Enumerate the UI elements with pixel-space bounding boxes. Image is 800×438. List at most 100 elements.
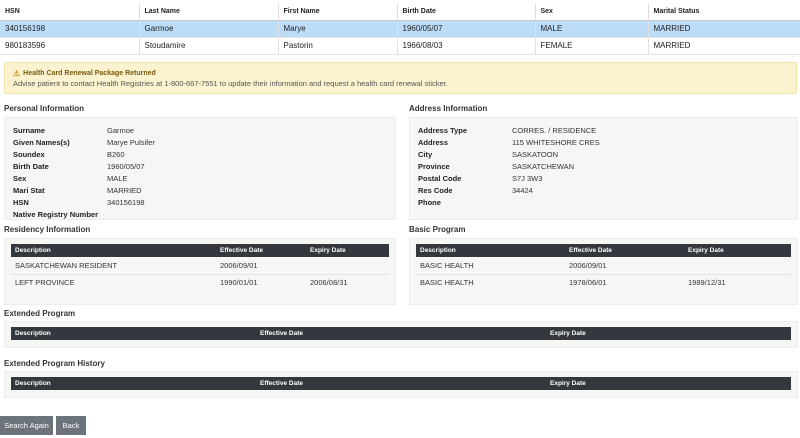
col-effective-date: Effective Date (216, 244, 306, 257)
cell-expiry-date (684, 257, 791, 275)
table-row: SASKATCHEWAN RESIDENT 2006/09/01 (11, 257, 389, 275)
col-expiry-date: Expiry Date (546, 327, 791, 340)
cell-marital-status: MARRIED (648, 37, 800, 56)
cell-first-name: Marye (278, 20, 398, 38)
field-label: Given Names(s) (13, 138, 70, 147)
field-label: Address Type (418, 126, 468, 135)
field-label: Surname (13, 126, 46, 135)
personal-info-panel: Surname Garmoe Given Names(s) Marye Pulsif… (4, 117, 396, 220)
cell-description: SASKATCHEWAN RESIDENT (11, 257, 216, 275)
field-label: Province (418, 162, 450, 171)
alert-title-text: Health Card Renewal Package Returned (23, 69, 156, 77)
cell-birth-date: 1960/05/07 (397, 20, 536, 38)
residency-header-row: Description Effective Date Expiry Date (11, 244, 389, 257)
alert-title: ⚠ Health Card Renewal Package Returned (13, 68, 788, 78)
extended-history-table: Description Effective Date Expiry Date (11, 377, 791, 390)
col-sex[interactable]: Sex (535, 4, 649, 21)
cell-effective-date: 1990/01/01 (220, 278, 258, 288)
field-value: MARRIED (107, 186, 142, 195)
field-value: B260 (107, 150, 125, 159)
cell-description: BASIC HEALTH (416, 257, 565, 275)
cell-description: BASIC HEALTH (420, 278, 474, 288)
renewal-alert: ⚠ Health Card Renewal Package Returned A… (4, 62, 797, 94)
col-expiry-date: Expiry Date (684, 244, 791, 257)
residency-table: Description Effective Date Expiry Date S… (11, 244, 389, 291)
table-row[interactable]: 980183596 Stoudamire Pastorin 1966/08/03… (0, 37, 800, 56)
field-value: MALE (107, 174, 128, 183)
field-label: City (418, 150, 433, 159)
extended-history-header-row: Description Effective Date Expiry Date (11, 377, 791, 390)
cell-first-name: Pastorin (278, 37, 398, 56)
table-row: BASIC HEALTH 2006/09/01 (416, 257, 791, 275)
cell-expiry-date (306, 257, 389, 275)
basic-program-table: Description Effective Date Expiry Date B… (416, 244, 791, 291)
personal-info-title: Personal Information (4, 104, 85, 113)
field-value: CORRES. / RESIDENCE (512, 126, 597, 135)
field-label: Sex (13, 174, 27, 183)
col-description: Description (11, 327, 256, 340)
field-value: SASKATCHEWAN (512, 162, 575, 171)
extended-program-panel: Description Effective Date Expiry Date (4, 321, 798, 348)
extended-header-row: Description Effective Date Expiry Date (11, 327, 791, 340)
field-value: 115 WHITESHORE CRES (512, 138, 600, 147)
basic-header-row: Description Effective Date Expiry Date (416, 244, 791, 257)
back-button[interactable]: Back (56, 416, 86, 435)
col-hsn[interactable]: HSN (0, 4, 140, 21)
field-label: HSN (13, 198, 29, 207)
field-value: SASKATOON (512, 150, 558, 159)
field-label: Postal Code (418, 174, 462, 183)
col-description: Description (416, 244, 565, 257)
col-description: Description (11, 244, 216, 257)
warning-icon: ⚠ (13, 68, 21, 78)
cell-hsn: 980183596 (0, 37, 140, 56)
cell-hsn: 340156198 (0, 20, 140, 38)
col-expiry-date: Expiry Date (306, 244, 389, 257)
cell-birth-date: 1966/08/03 (397, 37, 536, 56)
table-row: BASIC HEALTH 1978/06/01 1989/12/31 (416, 274, 791, 291)
basic-program-title: Basic Program (409, 225, 466, 234)
col-birth-date[interactable]: Birth Date (397, 4, 536, 21)
extended-history-panel: Description Effective Date Expiry Date (4, 371, 798, 398)
field-label: Native Registry Number (13, 210, 99, 219)
field-value: Marye Pulsifer (107, 138, 155, 147)
address-info-panel: Address Type CORRES. / RESIDENCE Address 1… (409, 117, 798, 220)
col-effective-date: Effective Date (565, 244, 684, 257)
col-first-name[interactable]: First Name (278, 4, 398, 21)
field-label: Res Code (418, 186, 453, 195)
field-label: Address (418, 138, 449, 147)
extended-history-title: Extended Program History (4, 359, 105, 368)
field-label: Phone (418, 198, 441, 207)
col-effective-date: Effective Date (256, 327, 546, 340)
alert-message: Advise patient to contact Health Registr… (13, 79, 448, 88)
field-value: 1960/05/07 (107, 162, 145, 171)
results-header-row: HSN Last Name First Name Birth Date Sex … (0, 4, 800, 21)
cell-effective-date: 2006/09/01 (565, 257, 684, 275)
field-label: Soundex (13, 150, 45, 159)
address-info-title: Address Information (409, 104, 488, 113)
field-label: Mari Stat (13, 186, 45, 195)
col-effective-date: Effective Date (256, 377, 546, 390)
cell-effective-date: 1978/06/01 (569, 278, 607, 288)
col-last-name[interactable]: Last Name (139, 4, 279, 21)
basic-program-panel: Description Effective Date Expiry Date B… (409, 238, 798, 305)
field-value: 34424 (512, 186, 533, 195)
field-value: S7J 3W3 (512, 174, 543, 183)
cell-effective-date: 2006/09/01 (216, 257, 306, 275)
table-row[interactable]: 340156198 Garmoe Marye 1960/05/07 MALE M… (0, 20, 800, 38)
search-results-table: HSN Last Name First Name Birth Date Sex … (0, 4, 800, 56)
field-label: Birth Date (13, 162, 49, 171)
extended-program-table: Description Effective Date Expiry Date (11, 327, 791, 340)
field-value: Garmoe (107, 126, 135, 135)
extended-program-title: Extended Program (4, 309, 76, 318)
col-marital-status[interactable]: Marital Status (648, 4, 800, 21)
cell-sex: FEMALE (535, 37, 649, 56)
field-value: 340156198 (107, 198, 145, 207)
cell-last-name: Stoudamire (139, 37, 279, 56)
cell-marital-status: MARRIED (648, 20, 800, 38)
cell-expiry-date: 2006/08/31 (310, 278, 348, 288)
search-again-button[interactable]: Search Again (0, 416, 53, 435)
cell-expiry-date: 1989/12/31 (688, 278, 726, 288)
col-description: Description (11, 377, 256, 390)
table-row: LEFT PROVINCE 1990/01/01 2006/08/31 (11, 274, 389, 291)
cell-sex: MALE (535, 20, 649, 38)
